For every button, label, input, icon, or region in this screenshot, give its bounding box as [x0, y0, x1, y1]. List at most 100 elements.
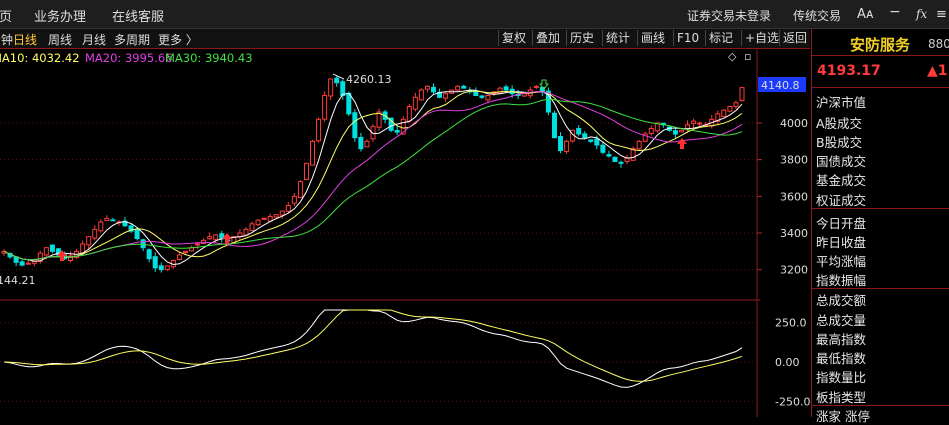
candle-body: [679, 129, 685, 133]
candle-body: [340, 81, 346, 96]
candle-body: [322, 95, 328, 120]
info-item: 指数量比: [816, 370, 867, 385]
candle-body: [285, 205, 291, 212]
candle-body: [697, 122, 703, 125]
candle-body: [328, 78, 334, 97]
info-item: 总成交额: [816, 293, 867, 308]
candle-body: [612, 156, 618, 163]
index-info-panel: 安防服务 880 4193.17 ▲1 沪深市值 A股成交 B股成交 国债成交 基金成交…: [811, 29, 949, 424]
menu-home[interactable]: 首页: [0, 6, 12, 25]
candle-body: [164, 265, 170, 270]
candle-body: [418, 89, 424, 101]
settings-marker-icon[interactable]: ▫: [744, 50, 751, 63]
indicator-tick-label: -250.0: [775, 395, 810, 408]
candle-body: [564, 140, 570, 152]
f10-button[interactable]: F10: [673, 30, 702, 46]
candle-body: [182, 250, 188, 253]
indicator-tick-label: 250.0: [775, 317, 807, 330]
candle-body: [727, 106, 733, 112]
candle-body: [104, 217, 110, 222]
draw-line-button[interactable]: 画线: [637, 30, 668, 46]
candle-body: [273, 214, 279, 218]
candle-body: [582, 133, 588, 139]
candle-body: [424, 85, 430, 90]
candle-body: [243, 228, 249, 236]
fx-icon[interactable]: fx: [916, 7, 927, 21]
low-label: 3144.21: [0, 274, 36, 287]
candle-body: [146, 249, 152, 260]
candle-body: [92, 228, 98, 239]
candle-body: [98, 221, 104, 232]
candle-body: [618, 161, 624, 164]
add-watchlist-button[interactable]: +自选: [741, 30, 782, 46]
statistics-button[interactable]: 统计: [602, 30, 633, 46]
candle-body: [600, 144, 606, 153]
info-item: 国债成交: [816, 154, 867, 169]
candle-body: [297, 181, 303, 199]
candle-body: [25, 262, 31, 265]
y-tick-label: 3600: [780, 190, 808, 203]
candle-body: [352, 112, 358, 139]
mark-button[interactable]: 标记: [705, 30, 736, 46]
candle-body: [733, 102, 739, 108]
period-more[interactable]: 更多 〉: [158, 31, 198, 48]
period-minute[interactable]: 分钟: [0, 31, 13, 48]
trade-login-status[interactable]: 证券交易未登录: [687, 7, 771, 24]
info-item: 基金成交: [816, 173, 867, 188]
candle-body: [140, 239, 146, 249]
menu-online-service[interactable]: 在线客服: [112, 6, 164, 25]
info-item: 总成交量: [816, 313, 867, 328]
menu-business[interactable]: 业务办理: [34, 6, 86, 25]
candle-body: [412, 96, 418, 110]
candle-body: [455, 85, 461, 91]
candle-body: [672, 130, 678, 135]
font-size-icon[interactable]: Aᴀ: [857, 7, 874, 22]
candle-body: [551, 112, 557, 139]
candle-body: [152, 256, 158, 269]
candle-body: [443, 93, 449, 99]
info-item: 权证成交: [816, 193, 867, 208]
ma20-line: [3, 91, 743, 261]
candle-body: [364, 140, 370, 148]
info-item: B股成交: [816, 135, 863, 150]
candle-body: [110, 219, 116, 222]
candle-body: [648, 128, 654, 135]
candle-body: [279, 210, 285, 216]
adjust-button[interactable]: 复权: [498, 30, 529, 46]
y-tick-label: 4000: [780, 117, 808, 130]
candle-body: [358, 136, 364, 150]
menu-icon[interactable]: ≡: [936, 7, 947, 22]
period-weekly[interactable]: 周线: [48, 31, 72, 48]
history-button[interactable]: 历史: [566, 30, 597, 46]
indicator-tick-label: 0.00: [775, 356, 800, 369]
candle-body: [606, 154, 612, 157]
candle-body: [43, 247, 49, 256]
candle-body: [195, 243, 201, 246]
period-multi[interactable]: 多周期: [114, 31, 150, 48]
diamond-marker-icon[interactable]: ◇: [728, 50, 737, 63]
candle-body: [249, 223, 255, 232]
period-monthly[interactable]: 月线: [82, 31, 106, 48]
candle-body: [49, 244, 55, 252]
candle-body: [739, 87, 745, 101]
candlestick-chart[interactable]: 4000 3800 3600 3400 3200 250.0 0.00 -250.0 4260…: [0, 48, 811, 417]
index-code: 880: [928, 37, 949, 51]
candle-body: [461, 85, 467, 89]
candle-body: [334, 77, 340, 84]
minimize-icon[interactable]: −: [889, 4, 901, 20]
back-button[interactable]: 返回: [779, 30, 810, 46]
period-daily[interactable]: 日线: [13, 31, 37, 48]
overlay-button[interactable]: 叠加: [532, 30, 563, 46]
candle-body: [473, 91, 479, 97]
ma-lines-group: [3, 89, 743, 266]
classic-trade-button[interactable]: 传统交易: [793, 7, 841, 24]
index-price: 4193.17: [817, 63, 881, 79]
info-item: 平均涨幅: [816, 254, 867, 269]
info-item: 今日开盘: [816, 216, 867, 231]
current-price-tag: 4140.8: [761, 79, 800, 92]
candle-body: [533, 85, 539, 88]
candle-body: [503, 86, 509, 91]
divider: [812, 288, 949, 289]
candle-body: [485, 95, 491, 101]
candle-body: [310, 140, 316, 166]
